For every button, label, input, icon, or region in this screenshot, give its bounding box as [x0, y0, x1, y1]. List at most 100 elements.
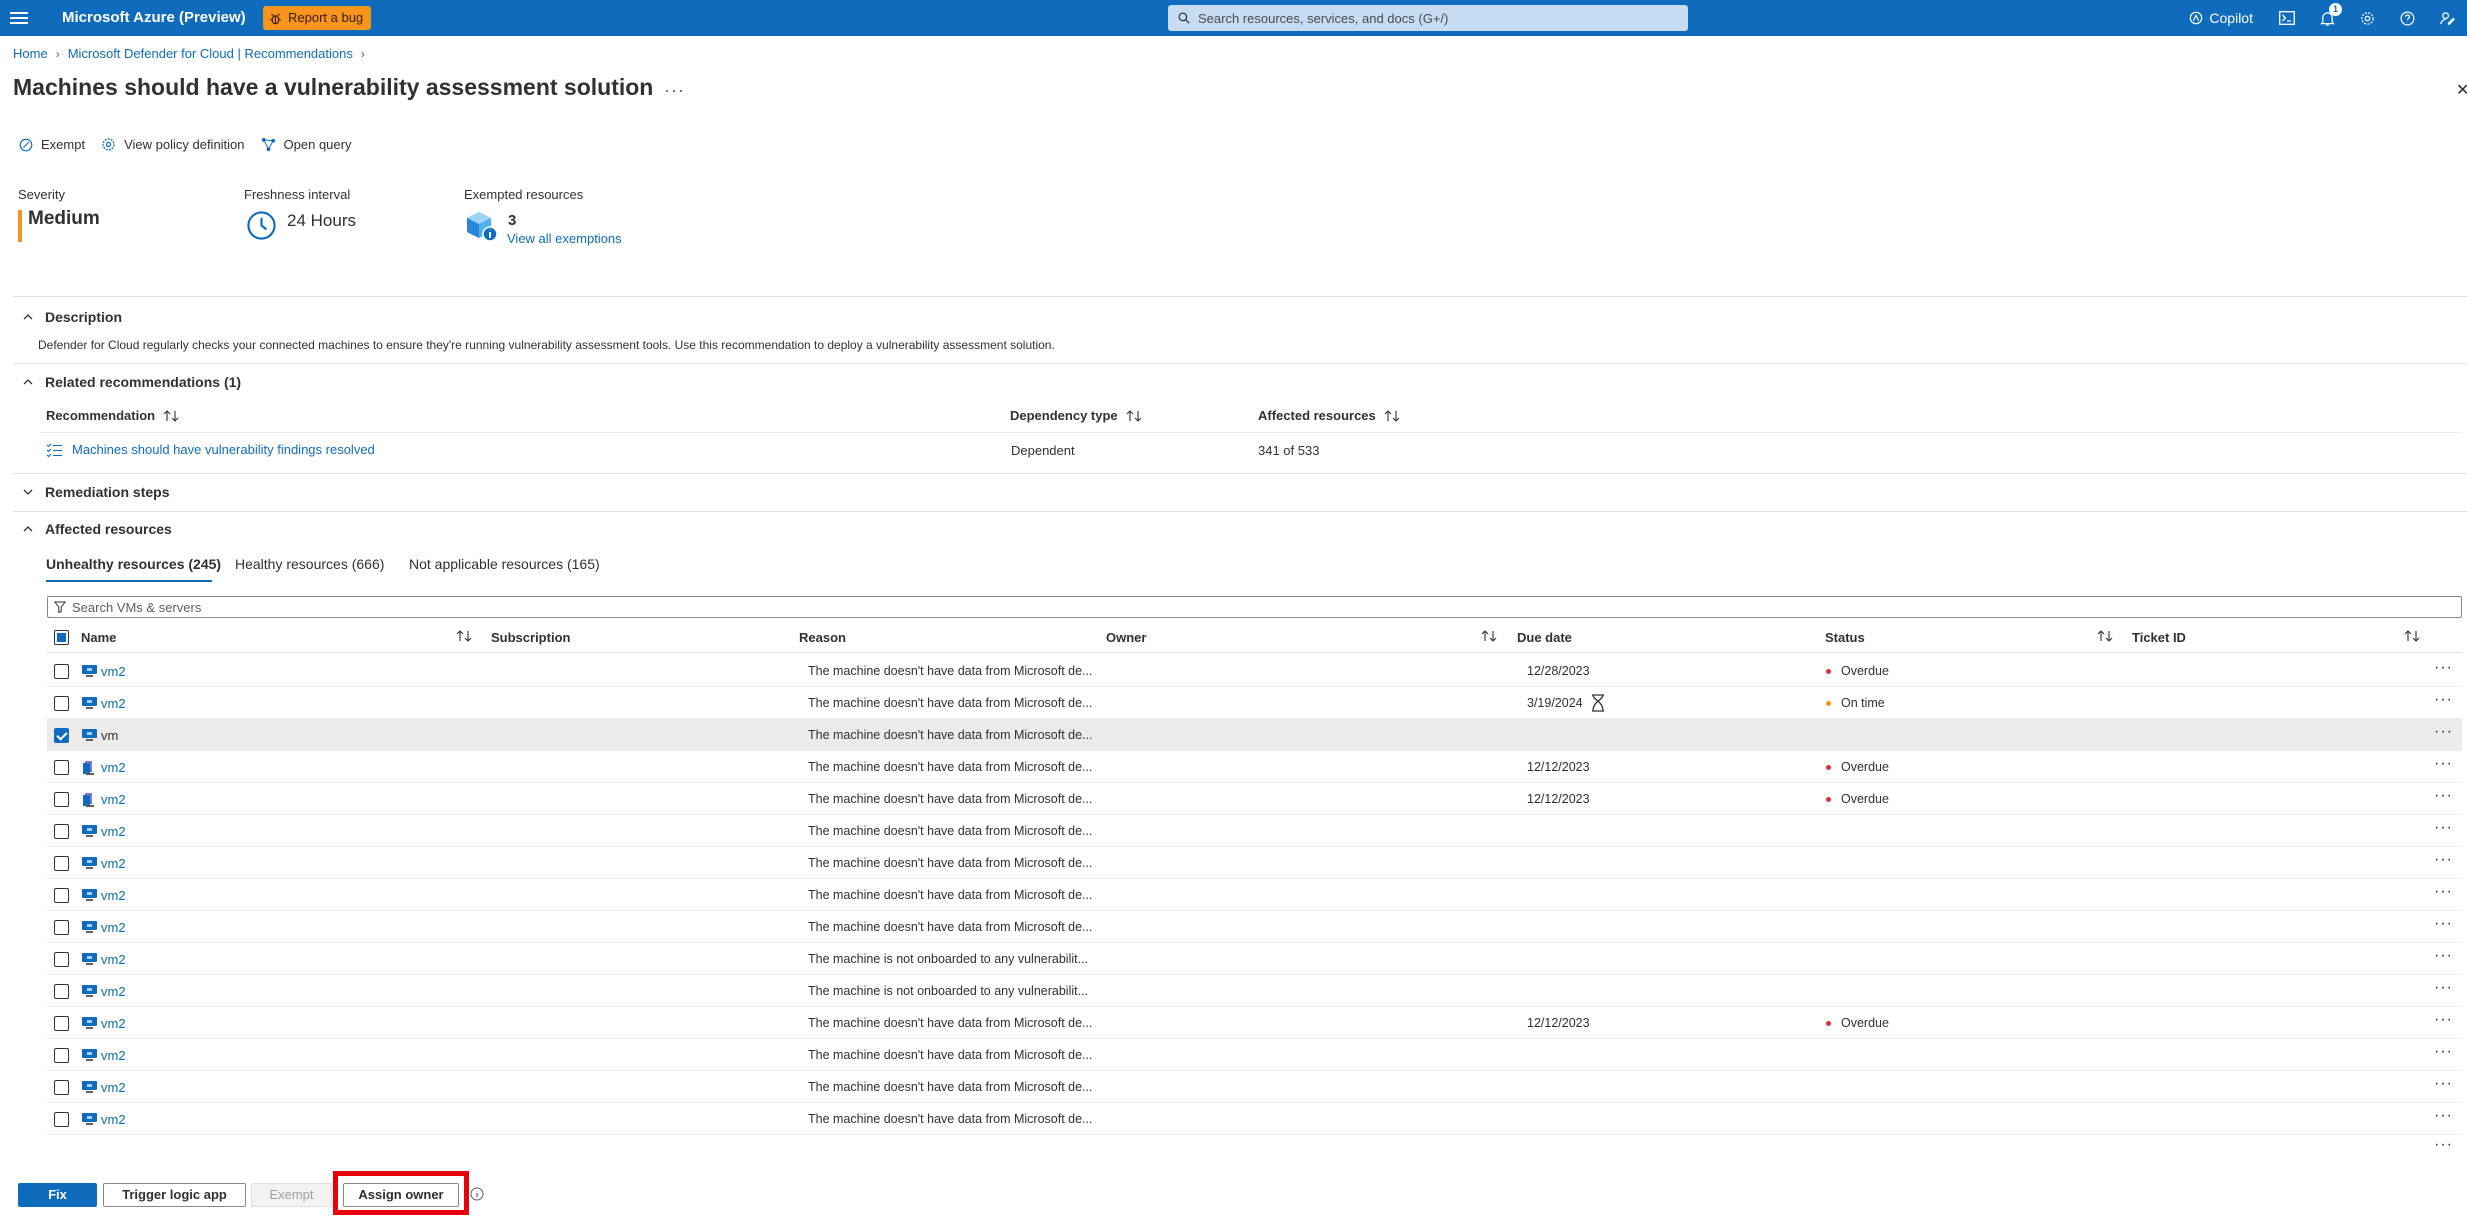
resource-name-link[interactable]: vm2 — [101, 1080, 126, 1095]
row-checkbox[interactable] — [54, 664, 69, 679]
settings-button[interactable] — [2347, 0, 2387, 36]
table-row[interactable]: vm2 The machine doesn't have data from Mi… — [47, 783, 2462, 815]
row-checkbox[interactable] — [54, 728, 69, 743]
row-checkbox[interactable] — [54, 1016, 69, 1031]
col-subscription[interactable]: Subscription — [491, 630, 570, 645]
table-row[interactable]: vm2 The machine doesn't have data from Mi… — [47, 687, 2462, 719]
sort-icon[interactable] — [2097, 630, 2113, 642]
resource-name-link[interactable]: vm2 — [101, 824, 126, 839]
row-more-options-icon[interactable]: ··· — [2434, 787, 2453, 805]
related-col-recommendation[interactable]: Recommendation — [46, 408, 179, 423]
notifications-button[interactable]: 1 — [2307, 0, 2347, 36]
table-row[interactable]: vm2 The machine doesn't have data from Mi… — [47, 815, 2462, 847]
row-checkbox[interactable] — [54, 856, 69, 871]
row-checkbox[interactable] — [54, 888, 69, 903]
row-more-options-icon[interactable]: ··· — [2434, 979, 2453, 997]
view-all-exemptions-link[interactable]: View all exemptions — [507, 231, 622, 246]
related-section-header[interactable]: Related recommendations (1) — [23, 374, 241, 390]
row-more-options-icon[interactable]: ··· — [2434, 819, 2453, 837]
table-row[interactable]: vm2 The machine doesn't have data from Mi… — [47, 847, 2462, 879]
row-checkbox[interactable] — [54, 696, 69, 711]
row-checkbox[interactable] — [54, 792, 69, 807]
copilot-button[interactable]: Copilot — [2175, 0, 2267, 36]
row-more-options-icon[interactable]: ··· — [2434, 723, 2453, 741]
exempt-command[interactable]: Exempt — [19, 137, 85, 152]
menu-icon[interactable] — [10, 9, 28, 27]
more-options-icon[interactable]: ··· — [664, 80, 685, 101]
row-more-options-icon[interactable]: ··· — [2434, 755, 2453, 773]
col-reason[interactable]: Reason — [799, 630, 846, 645]
resource-name-link[interactable]: vm2 — [101, 792, 126, 807]
row-more-options-icon[interactable]: ··· — [2434, 947, 2453, 965]
resource-name-link[interactable]: vm2 — [101, 920, 126, 935]
related-col-dependency[interactable]: Dependency type — [1010, 408, 1142, 423]
row-more-options-icon[interactable]: ··· — [2434, 851, 2453, 869]
table-row[interactable]: vm2 The machine doesn't have data from Mi… — [47, 879, 2462, 911]
resource-name-link[interactable]: vm2 — [101, 664, 126, 679]
resource-name-link[interactable]: vm2 — [101, 760, 126, 775]
sort-icon[interactable] — [1481, 630, 1497, 642]
row-checkbox[interactable] — [54, 920, 69, 935]
row-more-options-icon[interactable]: ··· — [2434, 1075, 2453, 1093]
col-ticket-id[interactable]: Ticket ID — [2132, 630, 2186, 645]
remediation-section-header[interactable]: Remediation steps — [23, 484, 169, 500]
col-status[interactable]: Status — [1825, 630, 1865, 645]
col-due-date[interactable]: Due date — [1517, 630, 1572, 645]
row-checkbox[interactable] — [54, 1048, 69, 1063]
info-icon[interactable] — [470, 1187, 484, 1201]
row-checkbox[interactable] — [54, 952, 69, 967]
tab-unhealthy[interactable]: Unhealthy resources (245) — [46, 556, 221, 572]
row-more-options-icon[interactable]: ··· — [2434, 659, 2453, 677]
row-checkbox[interactable] — [54, 1112, 69, 1127]
row-checkbox[interactable] — [54, 760, 69, 775]
table-row[interactable]: vm2 The machine is not onboarded to any v… — [47, 975, 2462, 1007]
row-more-options-icon[interactable]: ··· — [2434, 915, 2453, 933]
view-policy-command[interactable]: View policy definition — [101, 137, 245, 152]
row-more-options-icon[interactable]: ··· — [2434, 1043, 2453, 1061]
col-owner[interactable]: Owner — [1106, 630, 1146, 645]
resource-name-link[interactable]: vm2 — [101, 984, 126, 999]
resource-name-link[interactable]: vm2 — [101, 1016, 126, 1031]
report-bug-button[interactable]: Report a bug — [263, 6, 372, 30]
help-button[interactable] — [2387, 0, 2427, 36]
description-section-header[interactable]: Description — [23, 309, 122, 325]
open-query-command[interactable]: Open query — [261, 137, 351, 152]
resource-name-link[interactable]: vm2 — [101, 952, 126, 967]
resource-name-link[interactable]: vm2 — [101, 1112, 126, 1127]
more-options-icon[interactable]: ··· — [2434, 1136, 2453, 1154]
resource-search-box[interactable] — [47, 596, 2462, 618]
table-row[interactable]: vm2 The machine doesn't have data from Mi… — [47, 751, 2462, 783]
row-checkbox[interactable] — [54, 984, 69, 999]
related-col-affected[interactable]: Affected resources — [1258, 408, 1400, 423]
table-row[interactable]: vm2 The machine doesn't have data from Mi… — [47, 1007, 2462, 1039]
resource-name-link[interactable]: vm2 — [101, 856, 126, 871]
row-checkbox[interactable] — [54, 1080, 69, 1095]
sort-icon[interactable] — [2404, 630, 2420, 642]
trigger-logic-app-button[interactable]: Trigger logic app — [103, 1183, 246, 1207]
row-more-options-icon[interactable]: ··· — [2434, 1107, 2453, 1125]
table-row[interactable]: vm2 The machine doesn't have data from Mi… — [47, 911, 2462, 943]
resource-name-link[interactable]: vm — [101, 728, 118, 743]
table-row[interactable]: vm2 The machine is not onboarded to any v… — [47, 943, 2462, 975]
row-more-options-icon[interactable]: ··· — [2434, 883, 2453, 901]
related-recommendation-link[interactable]: Machines should have vulnerability findi… — [46, 442, 375, 457]
cloud-shell-button[interactable] — [2267, 0, 2307, 36]
breadcrumb-home[interactable]: Home — [13, 46, 48, 61]
tab-not-applicable[interactable]: Not applicable resources (165) — [409, 556, 600, 572]
feedback-button[interactable] — [2427, 0, 2467, 36]
tab-healthy[interactable]: Healthy resources (666) — [235, 556, 384, 572]
row-more-options-icon[interactable]: ··· — [2434, 691, 2453, 709]
row-more-options-icon[interactable]: ··· — [2434, 1011, 2453, 1029]
select-all-checkbox[interactable] — [54, 630, 69, 645]
sort-icon[interactable] — [456, 630, 472, 642]
global-search[interactable] — [1168, 5, 1688, 31]
col-name[interactable]: Name — [81, 630, 116, 645]
row-checkbox[interactable] — [54, 824, 69, 839]
resource-search-input[interactable] — [72, 599, 2372, 615]
resource-name-link[interactable]: vm2 — [101, 1048, 126, 1063]
global-search-input[interactable] — [1198, 10, 1678, 26]
table-row[interactable]: vm2 The machine doesn't have data from Mi… — [47, 1071, 2462, 1103]
affected-section-header[interactable]: Affected resources — [23, 521, 172, 537]
close-icon[interactable]: ✕ — [2456, 80, 2467, 100]
table-row[interactable]: vm2 The machine doesn't have data from Mi… — [47, 655, 2462, 687]
